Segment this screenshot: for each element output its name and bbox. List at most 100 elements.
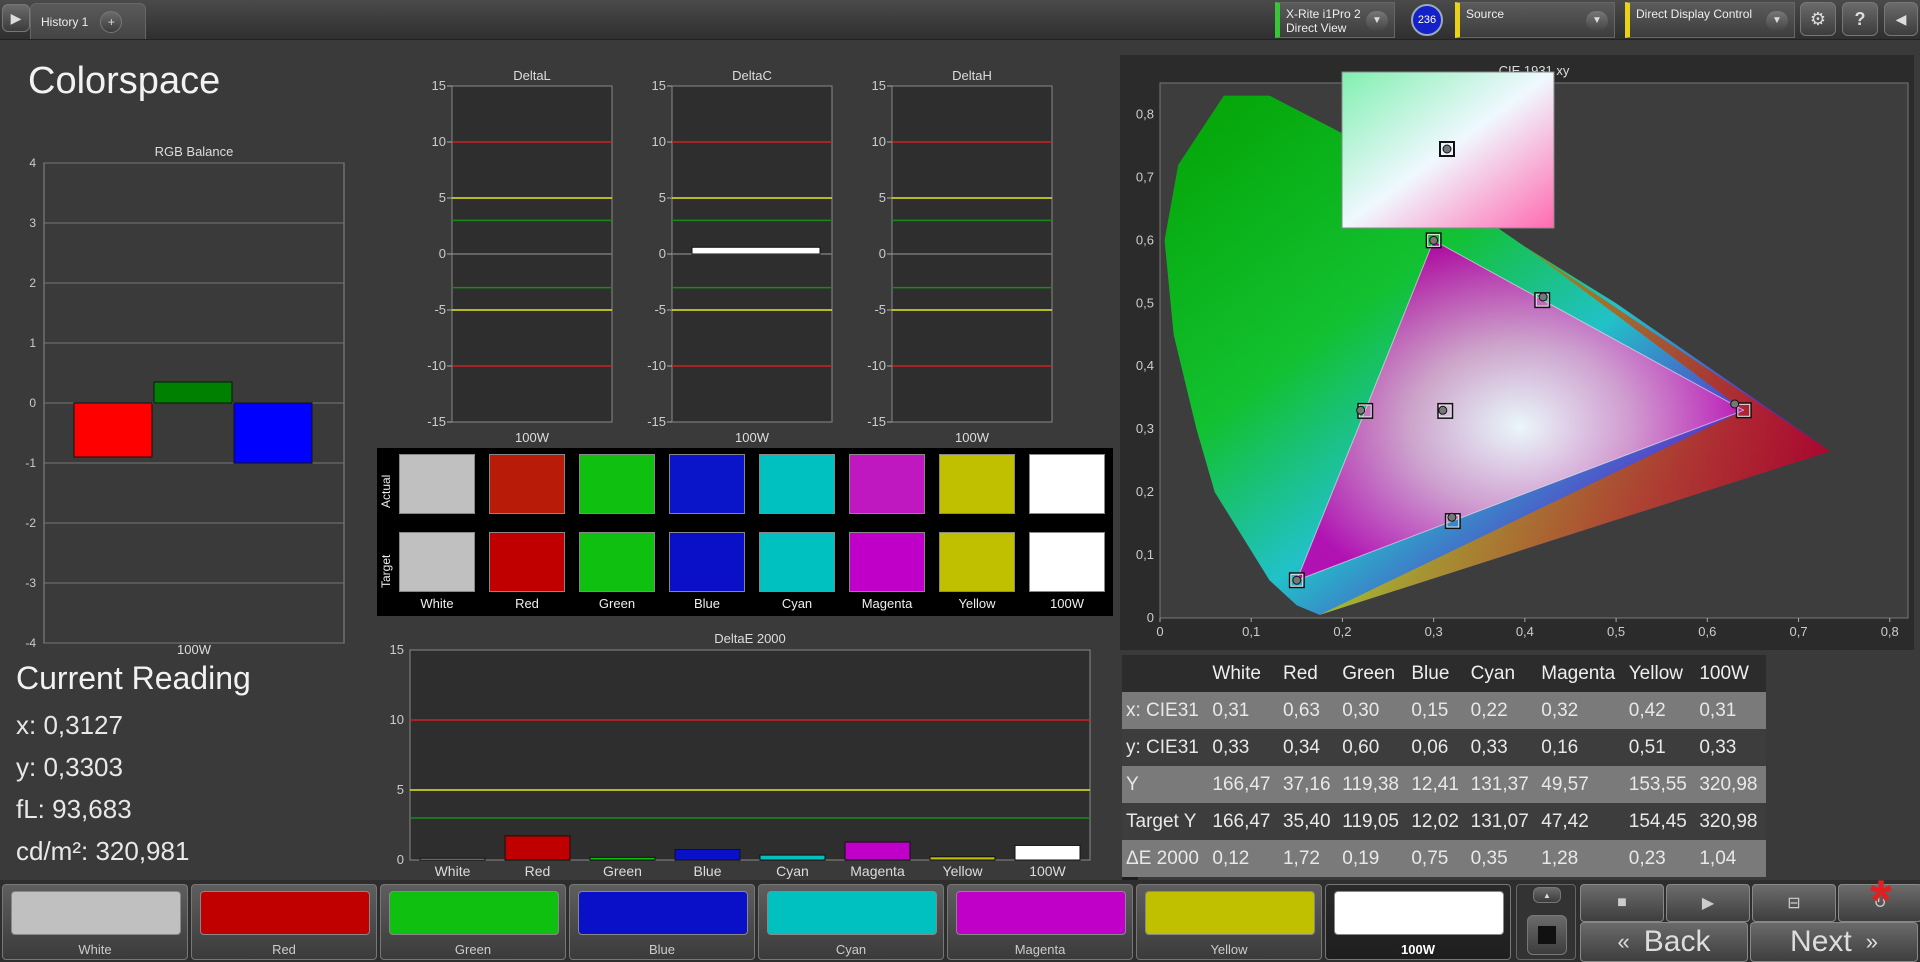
deltae-bar-blue — [674, 849, 741, 861]
target-swatch-100w — [1029, 532, 1105, 592]
delta-ytick: -15 — [647, 414, 666, 429]
patch-color — [389, 891, 559, 935]
patch-tile-blue[interactable]: Blue — [569, 884, 755, 960]
delta-ytick: 0 — [879, 246, 886, 261]
stop-icon[interactable]: ■ — [1580, 884, 1664, 922]
table-cell: 0,23 — [1624, 840, 1696, 877]
table-cell: 47,42 — [1537, 803, 1625, 840]
play-icon[interactable]: ▶ — [2, 4, 30, 32]
double-right-chevron-icon: » — [1865, 929, 1878, 954]
actual-swatch-blue — [669, 454, 745, 514]
table-cell: 0,63 — [1278, 692, 1339, 729]
table-header-cell: Blue — [1407, 655, 1467, 692]
table-cell: 1,28 — [1537, 840, 1625, 877]
next-button[interactable]: Next » — [1750, 922, 1918, 962]
deltae-ytick: 15 — [390, 642, 404, 657]
table-cell: 0,15 — [1407, 692, 1467, 729]
patch-tile-yellow[interactable]: Yellow — [1136, 884, 1322, 960]
delta-ytick: 10 — [652, 134, 666, 149]
delta-ytick: -15 — [867, 414, 886, 429]
table-cell: 0,30 — [1338, 692, 1408, 729]
table-cell: 153,55 — [1624, 766, 1696, 803]
table-row: x: CIE31 0,31 0,63 0,30 0,15 0,22 0,32 0,42 0,31 — [1122, 692, 1766, 729]
table-cell: 0,75 — [1407, 840, 1467, 877]
deltae-bar-white — [419, 857, 486, 861]
delta-xlabel-0: 100W — [515, 430, 550, 445]
back-button[interactable]: « Back — [1580, 922, 1748, 962]
patch-color — [578, 891, 748, 935]
patch-label: Green — [454, 942, 492, 957]
cie-xtick: 0,8 — [1881, 624, 1899, 639]
target-swatch-yellow — [939, 532, 1015, 592]
cie-chart: CIE 1931 xy0 0,1 0,2 0,3 0,4 0,5 0,6 0,7 0,80,80… — [1136, 63, 1909, 639]
chevron-up-icon[interactable]: ▲ — [1533, 887, 1561, 903]
patch-tile-white[interactable]: White — [2, 884, 188, 960]
table-header-cell: Yellow — [1624, 655, 1696, 692]
deltae-bar-100w — [1014, 844, 1081, 861]
rgb-balance-xlabel: 100W — [177, 642, 211, 657]
target-row-label: Target — [379, 554, 393, 588]
table-cell: 0,51 — [1624, 729, 1696, 766]
swatch-panel: Actual Target White Red Green Blue Cyan Magen… — [377, 448, 1113, 616]
delta-charts: DeltaL 15 10 5 0 -5 -10 -15 100W DeltaC 15 10 5 0 -5 -1… — [427, 68, 1053, 445]
single-step-icon[interactable]: ⊟ — [1752, 884, 1836, 922]
patch-label: Magenta — [1014, 942, 1066, 957]
rgb-bar-green — [153, 381, 233, 404]
actual-row-label-box: Actual — [379, 458, 395, 518]
delta-ytick: -10 — [427, 358, 446, 373]
patch-tile-magenta[interactable]: Magenta — [947, 884, 1133, 960]
ddc-selector[interactable]: Direct Display Control ▼ — [1625, 2, 1795, 38]
patch-tile-green[interactable]: Green — [380, 884, 566, 960]
table-cell: 1,04 — [1695, 840, 1766, 877]
meter-selector[interactable]: X-Rite i1Pro 2 Direct View ▼ — [1275, 2, 1395, 38]
chevron-down-icon: ▼ — [1586, 11, 1608, 31]
back-label: Back — [1643, 925, 1711, 958]
deltae-xlabel: 100W — [1029, 863, 1066, 879]
chevron-down-icon: ▼ — [1366, 11, 1388, 31]
table-cell: 119,05 — [1338, 803, 1408, 840]
delta-ytick: 15 — [432, 78, 446, 93]
delta-ytick: -10 — [867, 358, 886, 373]
table-cell: 119,38 — [1338, 766, 1408, 803]
actual-row-label: Actual — [379, 474, 393, 508]
table-cell: 0,42 — [1624, 692, 1696, 729]
patch-label: Red — [272, 942, 296, 957]
patch-tile-red[interactable]: Red — [191, 884, 377, 960]
gear-icon[interactable]: ⚙ — [1800, 2, 1836, 36]
delta-xlabel-2: 100W — [955, 430, 990, 445]
collapse-icon[interactable]: ◀ — [1884, 2, 1918, 36]
source-selector[interactable]: Source ▼ — [1455, 2, 1615, 38]
table-cell: 37,16 — [1278, 766, 1339, 803]
add-tab-button[interactable]: + — [100, 10, 123, 33]
patch-stepper: ▲ — [1516, 884, 1576, 960]
swatch-label: Green — [598, 596, 636, 611]
stop-square-icon[interactable] — [1527, 915, 1567, 955]
table-cell: 35,40 — [1278, 803, 1339, 840]
target-swatch-magenta — [849, 532, 925, 592]
actual-swatch-100w — [1029, 454, 1105, 514]
measurement-table: White Red Green Blue Cyan Magenta Yellow 100W x:… — [1122, 655, 1766, 877]
table-cell: 0,33 — [1208, 729, 1279, 766]
delta-xlabel-1: 100W — [735, 430, 770, 445]
rgb-bar-red — [73, 402, 153, 458]
delta-title-0: DeltaL — [513, 68, 551, 83]
inset-white-point — [1442, 144, 1452, 154]
table-row: y: CIE31 0,33 0,34 0,60 0,06 0,33 0,16 0,51 0,33 — [1122, 729, 1766, 766]
actual-swatch-cyan — [759, 454, 835, 514]
deltae-bar-magenta — [844, 841, 911, 861]
deltae-bar-green — [589, 856, 656, 861]
delta-ytick: 5 — [659, 190, 666, 205]
swatch-label: Yellow — [958, 596, 996, 611]
asterisk-icon[interactable]: * — [1870, 872, 1892, 928]
tab-label: History 1 — [41, 14, 89, 29]
patch-tile-100w[interactable]: 100W — [1325, 884, 1511, 960]
help-icon[interactable]: ? — [1842, 2, 1878, 36]
tab-history-1[interactable]: History 1 + — [30, 3, 146, 39]
play-icon[interactable]: ▶ — [1666, 884, 1750, 922]
delta-title-1: DeltaC — [732, 68, 772, 83]
deltae-xlabel: Blue — [693, 863, 721, 879]
table-header-cell: Red — [1278, 655, 1339, 692]
delta-ytick: -10 — [647, 358, 666, 373]
patch-tile-cyan[interactable]: Cyan — [758, 884, 944, 960]
reading-cdm2: cd/m²: 320,981 — [16, 836, 190, 866]
